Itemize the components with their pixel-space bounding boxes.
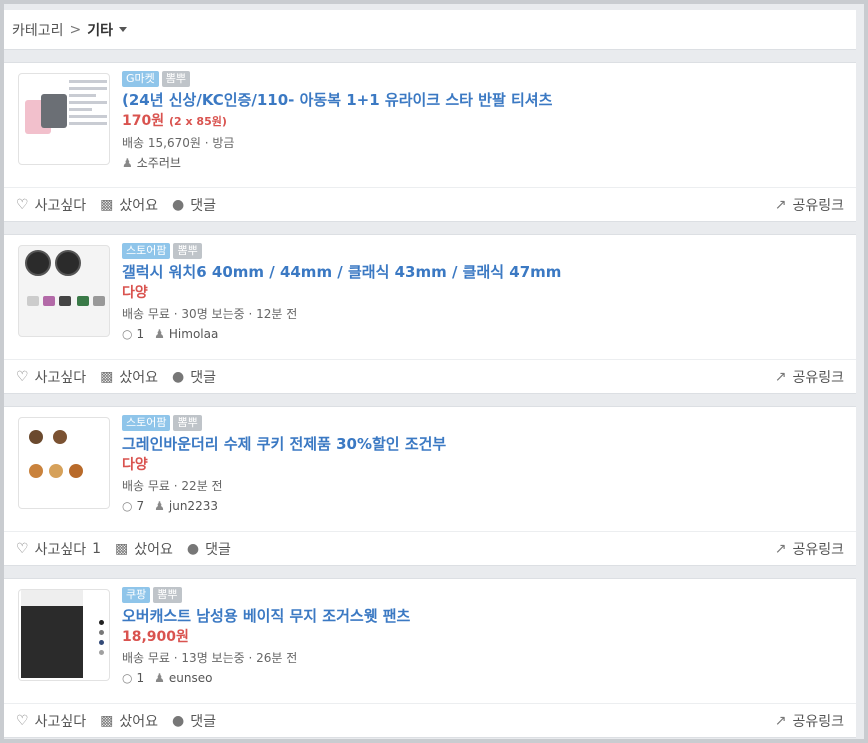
user-icon: ♟ xyxy=(154,327,165,341)
comment-icon: ● xyxy=(171,196,185,213)
product-thumbnail[interactable] xyxy=(18,73,110,165)
share-button[interactable]: ↗ 공유링크 xyxy=(775,711,844,731)
bought-button[interactable]: ▩ 샀어요 xyxy=(115,539,173,559)
post-meta: 배송 15,670원 · 방금 xyxy=(122,136,235,150)
shopping-bag-icon: ▩ xyxy=(100,196,114,213)
source-tag: 뽐뿌 xyxy=(153,587,182,603)
post-meta: 배송 무료 · 13명 보는중 · 26분 전 xyxy=(122,651,298,665)
post-meta: 배송 무료 · 30명 보는중 · 12분 전 xyxy=(122,307,298,321)
heart-icon: ♡ xyxy=(16,196,29,213)
user-icon: ♟ xyxy=(154,671,165,685)
share-icon: ↗ xyxy=(774,712,787,729)
post-meta: 배송 무료 · 22분 전 xyxy=(122,479,223,493)
post-card: 스토어팜 뽐뿌 그레인바운더리 수제 쿠키 전제품 30%할인 조건부 다양 배… xyxy=(4,406,856,566)
want-button[interactable]: ♡ 사고싶다 xyxy=(16,367,86,387)
product-thumbnail[interactable] xyxy=(18,589,110,681)
post-price: 18,900원 xyxy=(122,629,189,645)
share-button[interactable]: ↗ 공유링크 xyxy=(775,539,844,559)
heart-icon: ♡ xyxy=(16,540,29,557)
store-tag: 스토어팜 xyxy=(122,243,171,259)
comment-count: 1 xyxy=(136,327,145,341)
comment-icon: ● xyxy=(171,368,185,385)
comment-icon: ● xyxy=(186,540,200,557)
bought-button[interactable]: ▩ 샀어요 xyxy=(100,367,158,387)
post-title[interactable]: 오버캐스트 남성용 베이직 무지 조거스웻 팬츠 xyxy=(122,606,846,626)
want-button[interactable]: ♡ 사고싶다 xyxy=(16,711,86,731)
product-thumbnail[interactable] xyxy=(18,245,110,337)
post-card: G마켓 뽐뿌 (24년 신상/KC인증/110- 아동복 1+1 유라이크 스타… xyxy=(4,62,856,222)
post-title[interactable]: 그레인바운더리 수제 쿠키 전제품 30%할인 조건부 xyxy=(122,434,846,454)
heart-icon: ♡ xyxy=(16,712,29,729)
source-tag: 뽐뿌 xyxy=(173,243,202,259)
comment-button[interactable]: ● 댓글 xyxy=(172,367,216,387)
comment-button[interactable]: ● 댓글 xyxy=(172,711,216,731)
source-tag: 뽐뿌 xyxy=(173,415,202,431)
price-note: (2 x 85원) xyxy=(168,115,227,128)
comment-count-icon: ○ xyxy=(122,499,133,513)
breadcrumb: 카테고리 > 기타 xyxy=(4,10,856,50)
breadcrumb-current-category[interactable]: 기타 xyxy=(87,20,113,40)
bought-button[interactable]: ▩ 샀어요 xyxy=(100,195,158,215)
comment-count-icon: ○ xyxy=(122,671,133,685)
share-icon: ↗ xyxy=(774,368,787,385)
shopping-bag-icon: ▩ xyxy=(100,368,114,385)
share-button[interactable]: ↗ 공유링크 xyxy=(775,195,844,215)
post-user[interactable]: Himolaa xyxy=(169,324,218,344)
share-icon: ↗ xyxy=(774,540,787,557)
post-card: 스토어팜 뽐뿌 갤럭시 워치6 40mm / 44mm / 클래식 43mm /… xyxy=(4,234,856,394)
want-button[interactable]: ♡ 사고싶다 1 xyxy=(16,539,101,559)
post-price: 다양 xyxy=(122,285,148,301)
post-user[interactable]: 소주러브 xyxy=(137,153,181,173)
user-icon: ♟ xyxy=(122,156,133,170)
share-button[interactable]: ↗ 공유링크 xyxy=(775,367,844,387)
comment-icon: ● xyxy=(171,712,185,729)
post-title[interactable]: 갤럭시 워치6 40mm / 44mm / 클래식 43mm / 클래식 47m… xyxy=(122,262,846,282)
want-count: 1 xyxy=(92,540,102,557)
shopping-bag-icon: ▩ xyxy=(115,540,129,557)
comment-button[interactable]: ● 댓글 xyxy=(172,195,216,215)
shopping-bag-icon: ▩ xyxy=(100,712,114,729)
want-button[interactable]: ♡ 사고싶다 xyxy=(16,195,86,215)
post-user[interactable]: eunseo xyxy=(169,668,213,688)
breadcrumb-separator: > xyxy=(69,21,82,38)
store-tag: 스토어팜 xyxy=(122,415,171,431)
store-tag: G마켓 xyxy=(122,71,159,87)
comment-count: 7 xyxy=(136,499,145,513)
comment-count: 1 xyxy=(136,671,145,685)
comment-button[interactable]: ● 댓글 xyxy=(187,539,231,559)
product-thumbnail[interactable] xyxy=(18,417,110,509)
share-icon: ↗ xyxy=(774,196,787,213)
post-title[interactable]: (24년 신상/KC인증/110- 아동복 1+1 유라이크 스타 반팔 티셔츠 xyxy=(122,90,846,110)
user-icon: ♟ xyxy=(154,499,165,513)
store-tag: 쿠팡 xyxy=(122,587,151,603)
caret-down-icon[interactable] xyxy=(119,27,128,32)
post-price: 170원 xyxy=(122,113,165,129)
breadcrumb-root[interactable]: 카테고리 xyxy=(12,20,64,40)
source-tag: 뽐뿌 xyxy=(161,71,191,87)
post-price: 다양 xyxy=(122,457,148,473)
comment-count-icon: ○ xyxy=(122,327,133,341)
post-card: 쿠팡 뽐뿌 오버캐스트 남성용 베이직 무지 조거스웻 팬츠 18,900원 배… xyxy=(4,578,856,738)
post-user[interactable]: jun2233 xyxy=(169,496,218,516)
bought-button[interactable]: ▩ 샀어요 xyxy=(100,711,158,731)
heart-icon: ♡ xyxy=(16,368,29,385)
